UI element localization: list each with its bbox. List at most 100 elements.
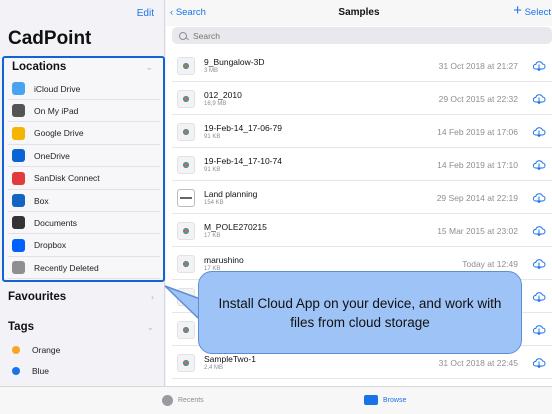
tag-label: Blue [32, 366, 50, 376]
tag-color-dot [12, 346, 20, 354]
file-row[interactable]: 19-Feb-14_17-10-74 91 KB 14 Feb 2019 at 17… [172, 149, 552, 181]
file-row[interactable]: 9_Bungalow-3D 3 MB 31 Oct 2018 at 21:27 [172, 50, 552, 82]
file-date: Today at 12:49 [462, 259, 518, 269]
sidebar-item-label: SanDisk Connect [34, 173, 100, 184]
trash-icon [12, 261, 25, 275]
sidebar-item-location[interactable]: Google Drive [8, 123, 160, 145]
google-drive-icon [12, 126, 25, 140]
locations-header[interactable]: Locations [12, 61, 66, 73]
cloud-download-icon[interactable] [532, 257, 546, 270]
file-thumbnail-icon [177, 255, 195, 273]
select-button[interactable]: Select [525, 7, 551, 18]
add-button[interactable]: + [513, 2, 522, 19]
file-size: 3 MB [204, 68, 219, 74]
file-thumbnail-icon [177, 156, 195, 174]
icloud-icon [12, 82, 25, 95]
sidebar-item-location[interactable]: OneDrive [8, 145, 160, 168]
tag-color-dot [12, 367, 20, 375]
file-thumbnail-icon [177, 222, 195, 240]
sidebar-item-label: Dropbox [34, 240, 67, 251]
file-size: 154 KB [204, 200, 224, 206]
file-thumbnail-icon [177, 354, 195, 372]
sidebar-item-location[interactable]: Box [8, 190, 160, 212]
sidebar-item-label: iCloud Drive [34, 83, 81, 94]
file-size: 91 KB [204, 134, 221, 140]
file-name: 19-Feb-14_17-06-79 [204, 123, 282, 133]
sidebar: Edit CadPoint Locations ⌄ iCloud Drive On… [0, 0, 165, 386]
file-date: 31 Oct 2018 at 21:27 [438, 61, 518, 71]
box-icon [12, 194, 25, 207]
documents-icon [12, 216, 25, 230]
locations-section: Locations ⌄ iCloud Drive On My iPad Google… [2, 56, 165, 282]
cloud-app-callout: Install Cloud App on your device, and wo… [198, 271, 522, 354]
sandisk-icon [12, 171, 25, 185]
file-thumbnail-icon [177, 57, 195, 75]
file-size: 16,9 MB [204, 101, 227, 107]
dropbox-icon [12, 238, 25, 252]
sidebar-item-location[interactable]: On My iPad [8, 100, 160, 123]
nav-bar: ‹ Search Samples + Select [166, 0, 552, 26]
search-input[interactable] [193, 30, 493, 41]
file-date: 15 Mar 2015 at 23:02 [437, 226, 518, 236]
cloud-download-icon[interactable] [532, 356, 546, 369]
file-thumbnail-icon [177, 321, 195, 339]
file-size: 17 KB [204, 233, 221, 239]
file-name: 9_Bungalow-3D [204, 57, 265, 67]
cloud-download-icon[interactable] [532, 125, 546, 138]
file-name: marushino [204, 255, 244, 265]
clock-icon [162, 395, 173, 406]
file-thumbnail-icon [177, 123, 195, 141]
chevron-right-icon[interactable]: › [151, 292, 154, 302]
file-date: 14 Feb 2019 at 17:10 [437, 160, 518, 170]
sidebar-item-location[interactable]: Documents [8, 212, 160, 235]
ipad-icon [12, 104, 25, 118]
tag-item[interactable]: Orange [0, 340, 160, 360]
file-date: 29 Sep 2014 at 22:19 [436, 193, 518, 203]
search-bar[interactable] [172, 27, 552, 44]
chevron-down-icon[interactable]: ⌄ [146, 322, 154, 333]
chevron-down-icon[interactable]: ⌄ [145, 62, 153, 73]
file-name: 19-Feb-14_17-10-74 [204, 156, 282, 166]
tag-label: Orange [32, 345, 61, 355]
tab-bar: Recents Browse [0, 386, 552, 414]
favourites-header[interactable]: Favourites [8, 291, 66, 303]
file-thumbnail-icon [177, 189, 195, 207]
sidebar-item-label: Box [34, 195, 49, 206]
tab-browse[interactable]: Browse [364, 395, 406, 405]
file-thumbnail-icon [177, 288, 195, 306]
cloud-download-icon[interactable] [532, 59, 546, 72]
file-row[interactable]: Land planning 154 KB 29 Sep 2014 at 22:19 [172, 182, 552, 214]
tab-recents[interactable]: Recents [162, 395, 204, 406]
sidebar-item-label: On My iPad [34, 105, 79, 116]
file-thumbnail-icon [177, 90, 195, 108]
file-row[interactable]: M_POLE270215 17 KB 15 Mar 2015 at 23:02 [172, 215, 552, 247]
tab-recents-label: Recents [178, 397, 204, 404]
file-row[interactable]: 19-Feb-14_17-06-79 91 KB 14 Feb 2019 at 17… [172, 116, 552, 148]
search-icon [179, 31, 187, 40]
sidebar-item-label: Recently Deleted [34, 262, 99, 273]
sidebar-item-label: Documents [34, 217, 77, 228]
sidebar-item-location[interactable]: iCloud Drive [8, 78, 160, 100]
file-row[interactable]: 012_2010 16,9 MB 29 Oct 2015 at 22:32 [172, 83, 552, 115]
file-date: 14 Feb 2019 at 17:06 [437, 127, 518, 137]
sidebar-item-location[interactable]: SanDisk Connect [8, 168, 160, 190]
cloud-download-icon[interactable] [532, 323, 546, 336]
sidebar-item-location[interactable]: Recently Deleted [8, 257, 160, 280]
cloud-download-icon[interactable] [532, 224, 546, 237]
edit-button[interactable]: Edit [137, 8, 154, 19]
folder-icon [364, 395, 378, 405]
file-name: M_POLE270215 [204, 222, 267, 232]
tag-item[interactable]: Blue [0, 361, 160, 381]
cloud-download-icon[interactable] [532, 191, 546, 204]
file-size: 91 KB [204, 167, 221, 173]
cloud-download-icon[interactable] [532, 290, 546, 303]
cloud-download-icon[interactable] [532, 158, 546, 171]
sidebar-item-location[interactable]: Dropbox [8, 235, 160, 257]
tags-header[interactable]: Tags [8, 321, 34, 333]
file-date: 31 Oct 2018 at 22:45 [438, 358, 518, 368]
tab-browse-label: Browse [383, 396, 407, 404]
file-date: 29 Oct 2015 at 22:32 [438, 94, 518, 104]
cloud-download-icon[interactable] [532, 92, 546, 105]
sidebar-item-label: Google Drive [34, 128, 84, 139]
folder-title: Samples [338, 7, 380, 18]
